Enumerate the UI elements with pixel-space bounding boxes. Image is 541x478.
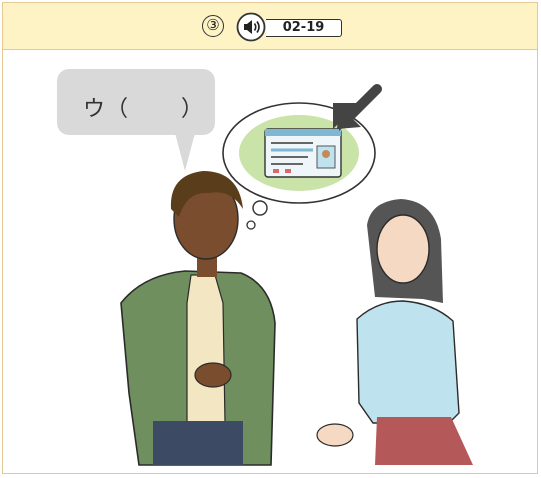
- woman-figure: [316, 199, 473, 465]
- id-card-icon: [264, 128, 342, 178]
- speech-close-paren: ）: [181, 97, 204, 122]
- conversation-illustration: [57, 69, 473, 466]
- speech-text: ウ（: [83, 97, 130, 122]
- exercise-frame: ③ 02-19 ウ（ ）: [2, 2, 538, 474]
- man-figure: [120, 171, 276, 466]
